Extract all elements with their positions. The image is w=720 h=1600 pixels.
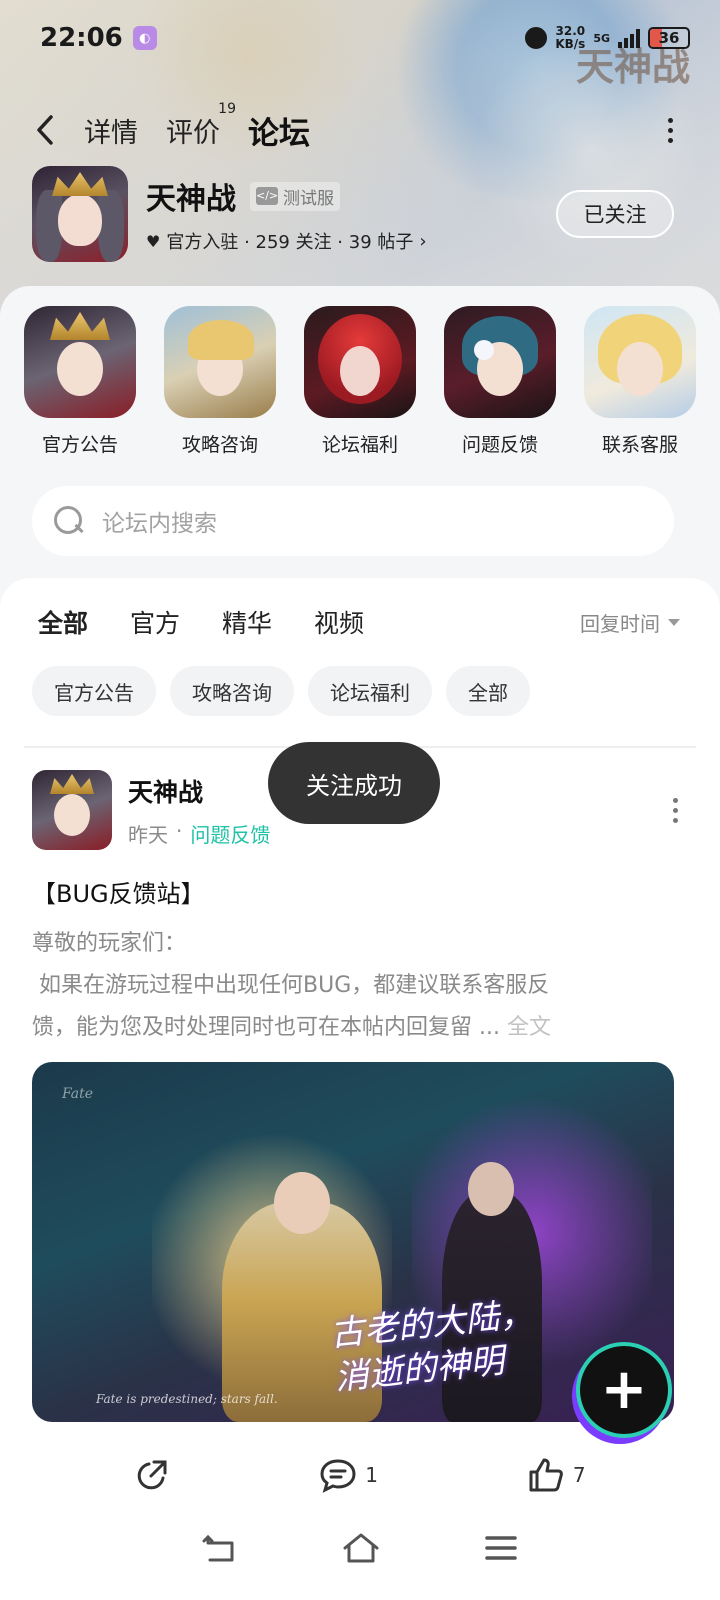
top-navigation: 详情 评价 19 论坛 [30,100,680,160]
post-title: 【BUG反馈站】 [32,880,205,908]
shortcut-support[interactable]: 联系客服 [584,306,696,457]
tab-forum[interactable]: 论坛 [248,108,310,153]
post-time: 昨天 [128,822,168,847]
create-post-button[interactable]: + [576,1342,672,1438]
shortcut-guides[interactable]: 攻略咨询 [164,306,276,457]
forum-shortcuts: 官方公告 攻略咨询 论坛福利 问题反馈 联系客服 [24,306,696,457]
status-bar: 22:06 ◐ 32.0 KB/s 5G 36 [40,18,690,58]
author-avatar[interactable] [32,770,112,850]
game-stats-link[interactable]: ♥ 官方入驻 · 259 关注 · 39 帖子 › [146,228,556,254]
follow-button[interactable]: 已关注 [556,190,674,238]
battery-icon: 36 [648,27,690,49]
feed-tab-all[interactable]: 全部 [38,604,89,642]
shortcut-thumbnail [24,306,136,418]
status-time: 22:06 [40,23,123,53]
like-count: 7 [572,1463,586,1487]
back-nav-icon[interactable] [202,1533,238,1567]
shortcut-thumbnail [444,306,556,418]
notification-app-icon: ◐ [132,26,157,50]
more-options-icon[interactable] [660,117,680,143]
shortcut-announcements[interactable]: 官方公告 [24,306,136,457]
feed-tab-video[interactable]: 视频 [314,604,364,640]
network-speed: 32.0 KB/s [555,24,586,51]
like-button[interactable]: 7 [527,1457,586,1493]
chip-guides[interactable]: 攻略咨询 [170,666,294,716]
chip-announcements[interactable]: 官方公告 [32,666,156,716]
sort-dropdown[interactable]: 回复时间 [580,608,680,637]
chevron-right-icon: › [419,230,427,252]
network-type: 5G [593,31,610,45]
banner-caption: Fate is predestined; stars fall. [96,1392,278,1406]
toast-message: 关注成功 [268,742,440,824]
search-placeholder: 论坛内搜索 [102,511,217,537]
search-input[interactable]: 论坛内搜索 [32,486,674,556]
feed-tab-featured[interactable]: 精华 [222,604,272,640]
search-icon [54,506,84,536]
share-icon [138,1460,167,1490]
chip-all[interactable]: 全部 [446,666,530,716]
category-chips: 官方公告 攻略咨询 论坛福利 全部 [32,666,530,716]
share-button[interactable] [134,1457,170,1493]
banner-corner-text: Fate [62,1086,94,1102]
shortcut-thumbnail [164,306,276,418]
shortcut-feedback[interactable]: 问题反馈 [444,306,556,457]
plus-icon: + [600,1357,648,1422]
post-actions: 1 7 [0,1450,720,1500]
code-icon: </> [256,187,278,205]
post-author: 天神战 [128,777,204,807]
tab-reviews[interactable]: 评价 19 [166,101,236,150]
comment-button[interactable]: 1 [319,1457,378,1493]
caret-down-icon [668,618,680,626]
feed-tab-official[interactable]: 官方 [130,604,180,640]
home-nav-icon[interactable] [341,1532,381,1568]
game-icon[interactable] [32,166,128,262]
test-server-badge: </> 测试服 [250,181,340,211]
tab-details[interactable]: 详情 [84,111,138,150]
shortcut-benefits[interactable]: 论坛福利 [304,306,416,457]
post-excerpt: 尊敬的玩家们： 如果在游玩过程中出现任何BUG，都建议联系客服反 馈，能为您及时… [32,931,551,1040]
post-image[interactable]: Fate 古老的大陆， 消逝的神明 Fate is predestined; s… [32,1062,674,1422]
comment-icon [320,1459,356,1493]
chip-benefits[interactable]: 论坛福利 [308,666,432,716]
alarm-icon [525,27,548,49]
comment-count: 1 [365,1463,378,1487]
system-navigation-bar [0,1500,720,1600]
post-category-link[interactable]: 问题反馈 [190,819,270,848]
thumbs-up-icon [529,1458,563,1492]
game-name: 天神战 [146,182,236,217]
shortcut-thumbnail [304,306,416,418]
back-icon[interactable] [30,115,60,145]
post-more-icon[interactable] [673,797,678,823]
verified-icon: ♥ [146,231,161,251]
signal-icon [618,28,640,48]
read-full-link[interactable]: 全文 [500,1015,551,1040]
game-info: 天神战 </> 测试服 ♥ 官方入驻 · 259 关注 · 39 帖子 › 已关注 [32,166,674,262]
shortcut-thumbnail [584,306,696,418]
menu-nav-icon[interactable] [484,1534,518,1566]
feed-tabs: 全部 官方 精华 视频 回复时间 [38,602,680,642]
reviews-count-badge: 19 [218,100,236,117]
